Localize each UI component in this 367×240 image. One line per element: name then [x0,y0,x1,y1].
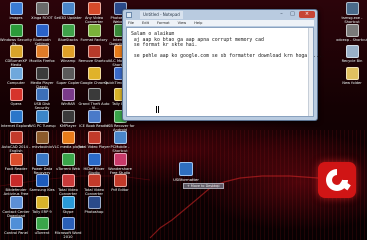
app-icon [87,23,101,37]
app-icon [9,88,23,101]
desktop-icon[interactable]: PCMobile - Shortcut [104,131,136,153]
desktop-icon[interactable]: Pdf Editor [104,174,136,196]
app-icon [61,174,75,187]
app-icon [61,66,75,80]
app-icon [9,217,23,230]
app-icon [35,217,49,230]
desktop-icon[interactable]: Recycle Bin [336,45,367,67]
notepad-window[interactable]: Untitled - Notepad – □ × File Edit Format V… [122,9,325,121]
desktop-icon[interactable]: Wondershare Free Studio [104,152,136,175]
compaq-logo [318,162,356,198]
menu-item-file[interactable]: File [128,21,134,25]
app-icon [9,45,23,58]
app-icon [61,88,75,101]
text-cursor-icon [156,106,159,113]
desktop-icon[interactable]: New folder [336,66,367,89]
app-icon [61,195,75,209]
app-icon [9,2,23,15]
app-icon [87,88,101,101]
app-icon [61,131,75,144]
app-icon [87,2,101,15]
app-icon [113,174,127,187]
app-icon [9,131,23,144]
notepad-app-icon [126,12,132,18]
app-icon [35,152,49,166]
notepad-menu-bar: File Edit Format View Help [126,20,314,26]
notepad-content[interactable]: Salam o alaikum aj aap ko btao ga aap ap… [127,28,325,60]
notepad-scrollbar[interactable] [308,28,313,116]
app-icon [61,109,75,123]
app-icon [87,45,101,58]
dragged-icon-label: USBformatter [173,177,199,182]
app-icon [35,195,49,209]
desktop-icon-label: Photoshop [84,209,104,214]
minimize-button[interactable]: – [276,11,287,18]
app-icon [87,131,101,144]
close-button[interactable]: × [299,11,315,18]
app-icon [345,23,359,37]
notepad-title-bar[interactable]: Untitled - Notepad [126,11,256,19]
app-icon [87,195,101,209]
menu-item-edit[interactable]: Edit [142,21,149,25]
app-icon [9,174,23,187]
app-icon [9,23,23,37]
app-icon [61,2,75,15]
desktop-icon-label: Microsoft Word 2010 [54,231,82,240]
app-icon [35,174,49,187]
notepad-title: Untitled - Notepad [140,11,183,19]
menu-item-help[interactable]: Help [194,21,202,25]
desktop-icon[interactable]: Photoshop [78,195,110,218]
app-icon [87,152,101,166]
app-icon [87,66,101,80]
move-to-desktop-tooltip: + Move to Desktop [183,183,224,189]
maximize-button[interactable]: □ [287,11,298,18]
app-icon [61,152,75,166]
app-icon [61,23,75,37]
app-icon [9,152,23,166]
usb-icon [179,162,193,176]
app-icon [113,131,127,144]
app-icon [35,66,49,80]
app-icon [345,2,359,15]
desktop-icon-label: Pdf Editor [111,188,129,192]
desktop-icon[interactable]: Microsoft Word 2010 [52,217,84,239]
app-icon [61,217,75,230]
dragged-usbformatter-icon[interactable]: USBformatter [170,162,202,182]
app-icon [35,131,49,144]
app-icon [35,2,49,15]
app-icon [35,109,49,123]
app-icon [87,174,101,187]
notepad-text-area[interactable]: Salam o alaikum aj aap ko btao ga aap ap… [126,27,325,117]
app-icon [345,45,359,58]
app-icon [35,45,49,58]
app-icon [9,195,23,209]
app-icon [87,109,101,123]
desktop-icon[interactable]: xdcexp - Shortcut [336,23,367,46]
app-icon [113,152,127,166]
menu-item-view[interactable]: View [178,21,187,25]
app-icon [9,109,23,123]
desktop-icon[interactable]: tsmsg.exe - Shortcut [336,2,367,24]
app-icon [61,45,75,58]
compaq-q-icon [326,169,351,191]
desktop-icon-label: New folder [342,80,362,85]
app-icon [35,88,49,101]
menu-item-format[interactable]: Format [157,21,170,25]
app-icon [345,66,359,80]
app-icon [35,23,49,37]
app-icon [9,66,23,80]
